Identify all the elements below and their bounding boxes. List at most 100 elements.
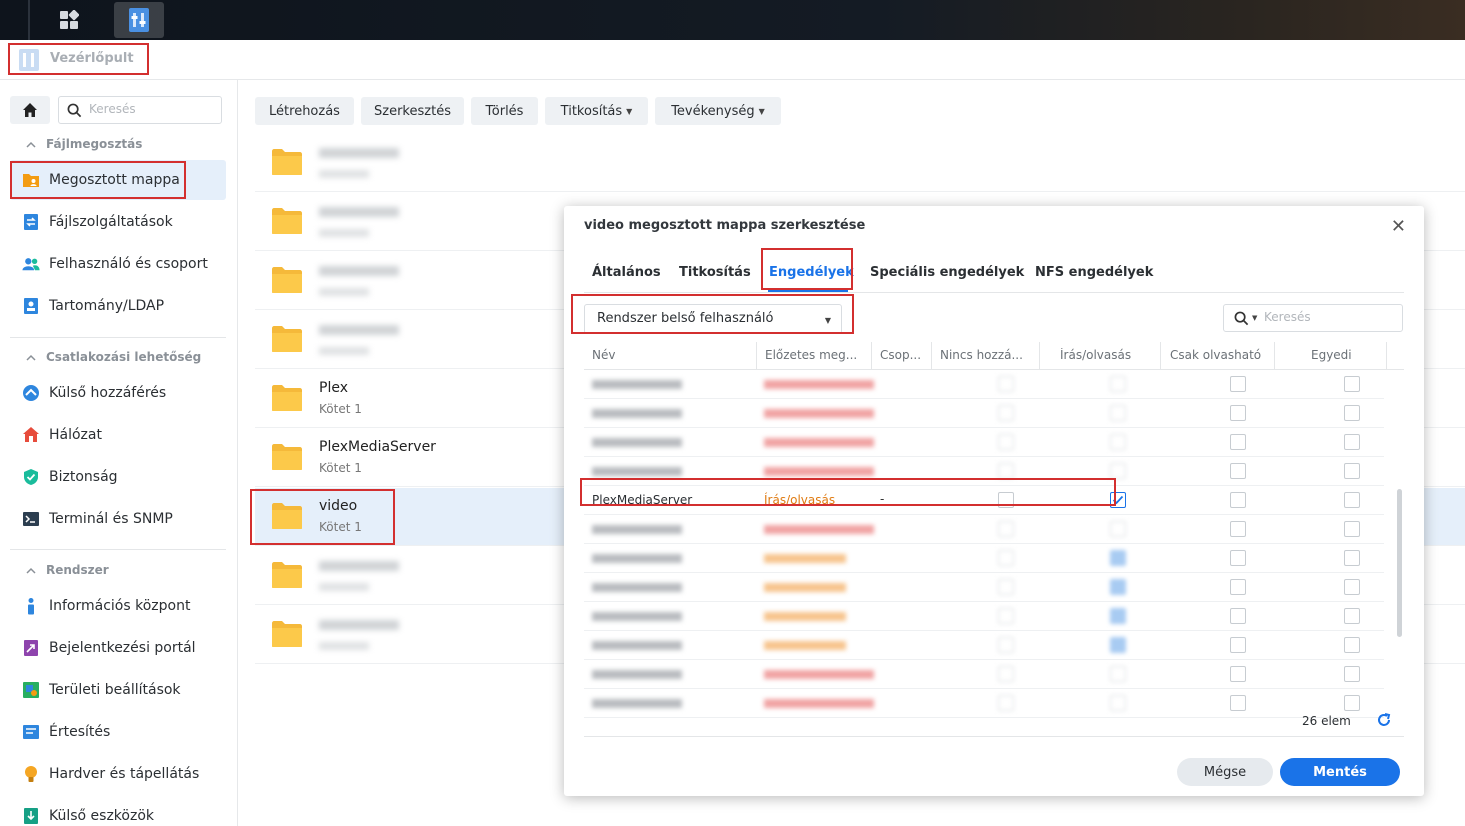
col-preview[interactable]: Előzetes meg... [765,348,865,362]
custom-checkbox[interactable] [1344,405,1360,421]
tab-permissions[interactable]: Engedélyek [769,265,854,280]
read-write-checkbox[interactable] [1110,550,1126,566]
custom-checkbox[interactable] [1344,666,1360,682]
custom-checkbox[interactable] [1344,521,1360,537]
permission-row[interactable] [584,399,1384,428]
tab-encryption[interactable]: Titkosítás [679,265,751,280]
read-write-checkbox[interactable] [1110,579,1126,595]
sidebar-item-info-center[interactable]: Információs központ [10,586,226,626]
read-only-checkbox[interactable] [1230,463,1246,479]
sidebar-item-terminal-snmp[interactable]: Terminál és SNMP [10,499,226,539]
tab-nfs-permissions[interactable]: NFS engedélyek [1035,265,1153,280]
no-access-checkbox[interactable] [998,637,1014,653]
permission-row[interactable]: PlexMediaServer Írás/olvasás - [584,486,1384,515]
sidebar-item-domain-ldap[interactable]: Tartomány/LDAP [10,286,226,326]
read-write-checkbox[interactable] [1110,434,1126,450]
encryption-button[interactable]: Titkosítás ▼ [545,97,648,125]
no-access-checkbox[interactable] [998,434,1014,450]
custom-checkbox[interactable] [1344,463,1360,479]
read-only-checkbox[interactable] [1230,550,1246,566]
tab-advanced-permissions[interactable]: Speciális engedélyek [870,265,1024,280]
custom-checkbox[interactable] [1344,695,1360,711]
sidebar-item-shared-folder[interactable]: Megosztott mappa [10,160,226,200]
sidebar-item-notification[interactable]: Értesítés [10,712,226,752]
no-access-checkbox[interactable] [998,521,1014,537]
edit-button[interactable]: Szerkesztés [361,97,464,125]
read-write-checkbox[interactable] [1110,405,1126,421]
sidebar-item-network[interactable]: Hálózat [10,415,226,455]
permission-row[interactable] [584,573,1384,602]
refresh-icon[interactable] [1376,712,1392,732]
col-no-access[interactable]: Nincs hozzá... [940,348,1038,362]
user-type-select[interactable]: Rendszer belső felhasználó ▼ [584,304,842,334]
grid-scrollbar[interactable] [1397,489,1402,637]
read-write-checkbox[interactable] [1110,637,1126,653]
sidebar-item-user-group[interactable]: Felhasználó és csoport [10,244,226,284]
no-access-checkbox[interactable] [998,608,1014,624]
read-write-checkbox[interactable] [1110,376,1126,392]
sidebar-item-hardware-power[interactable]: Hardver és tápellátás [10,754,226,794]
read-write-checkbox[interactable] [1110,666,1126,682]
no-access-checkbox[interactable] [998,666,1014,682]
read-write-checkbox[interactable] [1110,492,1126,508]
read-only-checkbox[interactable] [1230,434,1246,450]
custom-checkbox[interactable] [1344,637,1360,653]
custom-checkbox[interactable] [1344,579,1360,595]
custom-checkbox[interactable] [1344,376,1360,392]
home-button[interactable] [10,96,50,124]
read-only-checkbox[interactable] [1230,376,1246,392]
cancel-button[interactable]: Mégse [1177,758,1273,786]
control-panel-taskbar-button[interactable] [114,2,164,38]
read-only-checkbox[interactable] [1230,492,1246,508]
permission-row[interactable] [584,457,1384,486]
sidebar-search[interactable] [58,96,222,124]
no-access-checkbox[interactable] [998,463,1014,479]
sidebar-item-external-devices[interactable]: Külső eszközök [10,796,226,826]
sidebar-search-input[interactable] [89,102,209,116]
file-row[interactable] [255,134,1465,192]
read-write-checkbox[interactable] [1110,608,1126,624]
no-access-checkbox[interactable] [998,550,1014,566]
read-only-checkbox[interactable] [1230,695,1246,711]
sidebar-item-login-portal[interactable]: Bejelentkezési portál [10,628,226,668]
permission-row[interactable] [584,515,1384,544]
read-only-checkbox[interactable] [1230,608,1246,624]
col-read-write[interactable]: Írás/olvasás [1060,348,1131,362]
no-access-checkbox[interactable] [998,492,1014,508]
sidebar-item-external-access[interactable]: Külső hozzáférés [10,373,226,413]
sidebar-item-regional-options[interactable]: Területi beállítások [10,670,226,710]
col-custom[interactable]: Egyedi [1311,348,1352,362]
custom-checkbox[interactable] [1344,434,1360,450]
read-write-checkbox[interactable] [1110,463,1126,479]
permission-row[interactable] [584,689,1384,718]
delete-button[interactable]: Törlés [471,97,538,125]
permission-row[interactable] [584,660,1384,689]
create-button[interactable]: Létrehozás [255,97,354,125]
dialog-search[interactable]: ▼ [1223,304,1403,332]
custom-checkbox[interactable] [1344,550,1360,566]
permission-row[interactable] [584,370,1384,399]
permission-row[interactable] [584,602,1384,631]
no-access-checkbox[interactable] [998,579,1014,595]
sidebar-item-file-services[interactable]: Fájlszolgáltatások [10,202,226,242]
custom-checkbox[interactable] [1344,492,1360,508]
no-access-checkbox[interactable] [998,695,1014,711]
no-access-checkbox[interactable] [998,376,1014,392]
main-menu-button[interactable] [44,2,94,38]
custom-checkbox[interactable] [1344,608,1360,624]
action-button[interactable]: Tevékenység ▼ [655,97,781,125]
read-only-checkbox[interactable] [1230,637,1246,653]
read-write-checkbox[interactable] [1110,695,1126,711]
permission-row[interactable] [584,544,1384,573]
read-only-checkbox[interactable] [1230,666,1246,682]
read-write-checkbox[interactable] [1110,521,1126,537]
sidebar-item-security[interactable]: Biztonság [10,457,226,497]
read-only-checkbox[interactable] [1230,521,1246,537]
col-read-only[interactable]: Csak olvasható [1170,348,1261,362]
read-only-checkbox[interactable] [1230,405,1246,421]
close-icon[interactable]: ✕ [1391,216,1406,237]
save-button[interactable]: Mentés [1280,758,1400,786]
read-only-checkbox[interactable] [1230,579,1246,595]
col-group[interactable]: Csop... [880,348,930,362]
section-connectivity[interactable]: Csatlakozási lehetőség [26,350,201,364]
